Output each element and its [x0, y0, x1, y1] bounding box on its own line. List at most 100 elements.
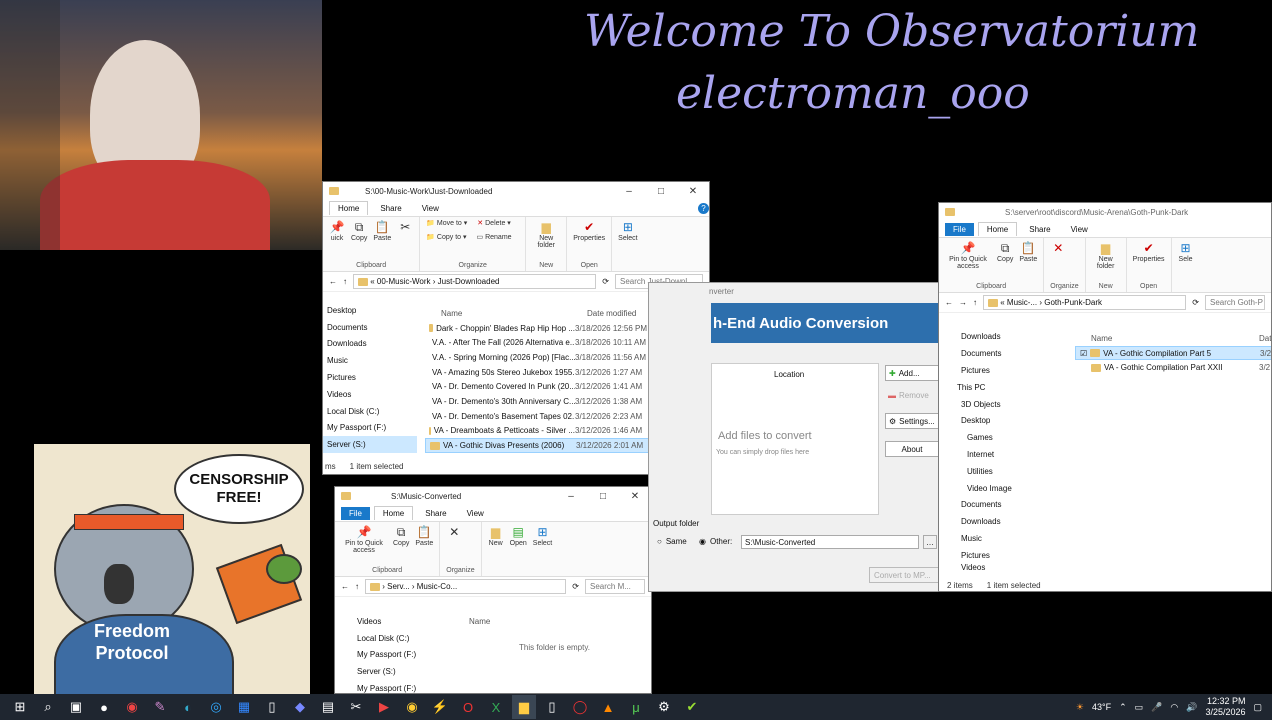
delete-button[interactable]: ✕ Delete ▾: [477, 219, 511, 227]
breadcrumb-1[interactable]: Serv...: [387, 582, 410, 591]
nav-item-music[interactable]: Music: [957, 531, 1067, 548]
pin-button[interactable]: 📌 Pin to Quick access: [945, 240, 991, 270]
nav-item-3d-objects[interactable]: 3D Objects: [957, 396, 1067, 413]
breadcrumb-2[interactable]: Just-Downloaded: [438, 277, 500, 286]
close-button[interactable]: ✕: [619, 491, 651, 502]
breadcrumb-2[interactable]: Goth-Punk-Dark: [1044, 298, 1102, 307]
breadcrumb-2[interactable]: Music-Co...: [417, 582, 457, 591]
delete-button[interactable]: ✕: [1050, 240, 1066, 256]
tab-home[interactable]: Home: [977, 222, 1018, 236]
address-bar[interactable]: › Serv... › Music-Co...: [365, 579, 567, 594]
copy-button[interactable]: ⧉ Copy: [351, 219, 367, 243]
temperature[interactable]: 43°F: [1092, 702, 1111, 712]
remove-button[interactable]: ▬ Remove: [885, 387, 939, 403]
address-bar[interactable]: « Music-... › Goth-Punk-Dark: [983, 295, 1187, 310]
nav-item-my-passport-2[interactable]: My Passport (F:): [353, 680, 463, 693]
explorer-window-goth-punk-dark[interactable]: S:\server\root\discord\Music-Arena\Goth-…: [938, 202, 1272, 592]
winamp-icon[interactable]: ⚡: [428, 695, 452, 719]
notification-icon[interactable]: ▢: [1253, 702, 1262, 713]
document-icon[interactable]: ▯: [540, 695, 564, 719]
maximize-button[interactable]: □: [645, 186, 677, 197]
audio-converter-window[interactable]: nverter h-End Audio Conversion Location …: [648, 282, 941, 592]
same-radio[interactable]: ○ Same: [657, 537, 687, 546]
title-bar[interactable]: S:\Music-Converted – □ ✕: [335, 487, 651, 505]
nav-item-pictures-2[interactable]: Pictures: [957, 547, 1067, 564]
copy-button[interactable]: ⧉ Copy: [393, 524, 409, 548]
nav-item-my-passport[interactable]: My Passport (F:): [353, 647, 463, 664]
settings-app-icon[interactable]: ⚙: [652, 695, 676, 719]
nav-item-desktop[interactable]: Desktop: [957, 413, 1067, 430]
nav-item-pictures[interactable]: Pictures: [957, 363, 1067, 380]
tab-share[interactable]: Share: [372, 202, 409, 215]
nav-item-pictures[interactable]: Pictures: [323, 369, 417, 386]
nav-item-local-disk[interactable]: Local Disk (C:): [323, 403, 417, 420]
nav-item-utilities[interactable]: Utilities: [957, 463, 1067, 480]
nav-item-downloads[interactable]: Downloads: [323, 336, 417, 353]
maximize-button[interactable]: □: [587, 491, 619, 502]
rename-button[interactable]: ▭ Rename: [477, 233, 512, 241]
up-icon[interactable]: ↑: [355, 582, 359, 591]
up-icon[interactable]: ↑: [973, 298, 977, 307]
paint-app-icon[interactable]: ✎: [148, 695, 172, 719]
nav-item-videos[interactable]: Videos: [353, 613, 463, 630]
column-name[interactable]: Name: [425, 309, 575, 318]
breadcrumb-1[interactable]: Music-...: [1007, 298, 1037, 307]
nav-item-videos[interactable]: Videos: [323, 386, 417, 403]
tab-file[interactable]: File: [341, 506, 370, 520]
utorrent-icon[interactable]: μ: [624, 695, 648, 719]
nav-item-downloads-2[interactable]: Downloads: [957, 514, 1067, 531]
list-item[interactable]: VA - Gothic Compilation Part XXII 3/2: [1075, 360, 1271, 375]
chrome-blue-icon[interactable]: ◎: [204, 695, 228, 719]
app-icon[interactable]: ▦: [232, 695, 256, 719]
select-button[interactable]: ⊞ Select: [618, 219, 637, 242]
file-drop-area[interactable]: Location Add files to convert You can si…: [711, 363, 879, 515]
nav-item-my-passport[interactable]: My Passport (F:): [323, 420, 417, 437]
copy-button[interactable]: ⧉ Copy: [997, 240, 1013, 264]
tab-home[interactable]: Home: [329, 201, 369, 215]
vlc-icon[interactable]: ▲: [596, 695, 620, 719]
nav-item-music[interactable]: Music: [323, 352, 417, 369]
calculator-icon[interactable]: ▤: [316, 695, 340, 719]
network-icon[interactable]: ▭: [1135, 702, 1144, 713]
column-name[interactable]: Name: [469, 617, 490, 626]
settings-button[interactable]: ⚙ Settings...: [885, 413, 939, 429]
nav-item-downloads[interactable]: Downloads: [957, 329, 1067, 346]
explorer-window-music-converted[interactable]: S:\Music-Converted – □ ✕ File Home Share V…: [334, 486, 652, 694]
cut-button[interactable]: ✂: [397, 219, 413, 235]
nav-item-documents-2[interactable]: Documents: [957, 497, 1067, 514]
browse-button[interactable]: …: [923, 535, 937, 549]
edge-icon[interactable]: ◐: [176, 695, 200, 719]
title-bar[interactable]: S:\server\root\discord\Music-Arena\Goth-…: [939, 203, 1271, 221]
up-icon[interactable]: ↑: [343, 277, 347, 286]
minimize-button[interactable]: –: [613, 186, 645, 197]
title-bar[interactable]: S:\00-Music-Work\Just-Downloaded – □ ✕: [323, 182, 709, 200]
pin-button[interactable]: 📌 Pin to Quick access: [341, 524, 387, 554]
copy-to-button[interactable]: 📁 Copy to ▾: [426, 233, 466, 241]
nav-item-local-disk[interactable]: Local Disk (C:): [353, 630, 463, 647]
breadcrumb-1[interactable]: 00-Music-Work: [377, 277, 431, 286]
open-button[interactable]: ▤ Open: [510, 524, 527, 547]
nav-item-this-pc[interactable]: This PC: [957, 379, 1067, 396]
paste-button[interactable]: 📋 Paste: [415, 524, 433, 547]
new-folder-button[interactable]: ▆ New folder: [532, 219, 560, 249]
volume-icon[interactable]: 🔊: [1186, 702, 1197, 713]
nav-item-desktop[interactable]: Desktop: [323, 302, 417, 319]
tab-view[interactable]: View: [1063, 223, 1096, 236]
obs-icon[interactable]: ●: [92, 695, 116, 719]
new-button[interactable]: ▆ New: [488, 524, 504, 547]
delete-button[interactable]: ✕: [446, 524, 462, 540]
refresh-icon[interactable]: ⟳: [602, 277, 609, 286]
clock[interactable]: 12:32 PM 3/25/2026: [1205, 696, 1245, 718]
file-explorer-icon[interactable]: ▆: [512, 695, 536, 719]
discord-icon[interactable]: ◆: [288, 695, 312, 719]
media-player-icon[interactable]: ▶: [372, 695, 396, 719]
opera-gx-icon[interactable]: ◯: [568, 695, 592, 719]
new-folder-button[interactable]: ▆ New folder: [1092, 240, 1120, 270]
tab-home[interactable]: Home: [373, 506, 414, 520]
excel-icon[interactable]: X: [484, 695, 508, 719]
output-path-input[interactable]: S:\Music-Converted: [741, 535, 919, 549]
nav-item-documents[interactable]: Documents: [957, 346, 1067, 363]
refresh-icon[interactable]: ⟳: [572, 582, 579, 591]
add-button[interactable]: ✚ Add...: [885, 365, 939, 381]
forward-icon[interactable]: →: [959, 298, 967, 307]
